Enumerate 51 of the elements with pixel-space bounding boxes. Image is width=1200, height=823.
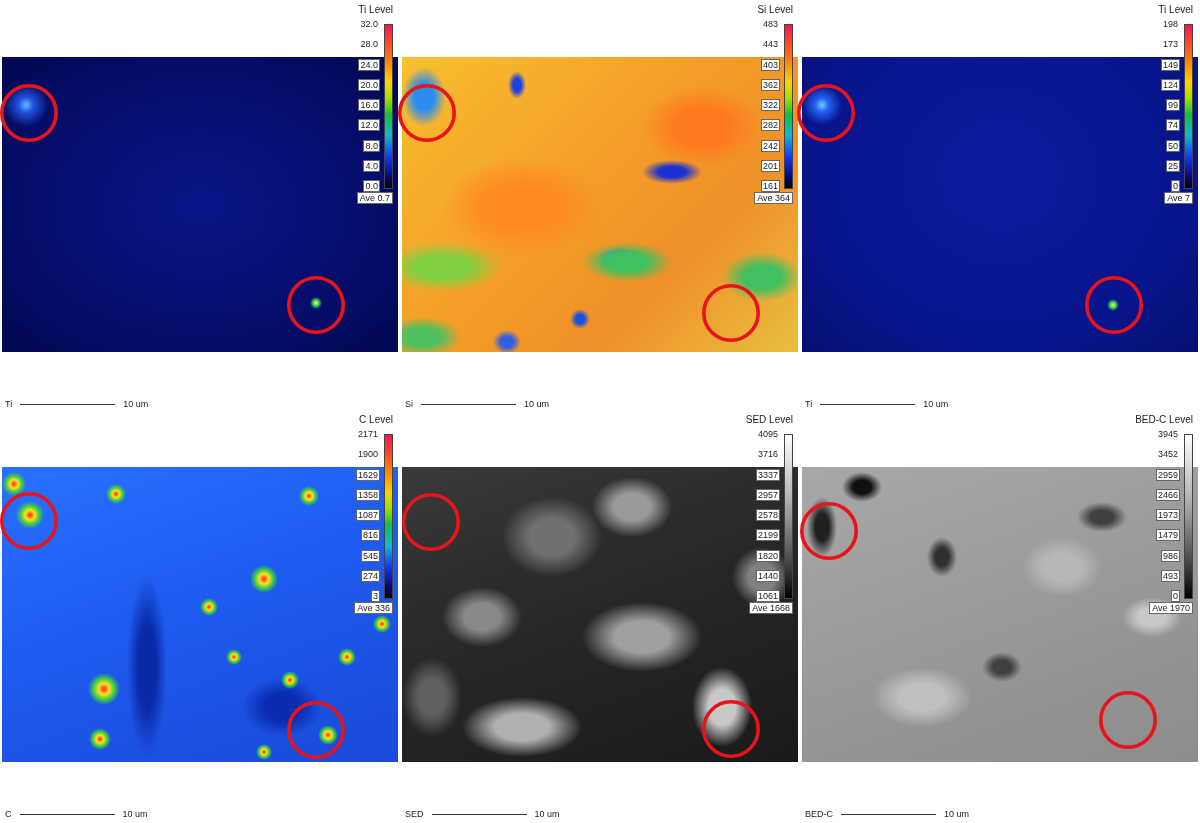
scale-length: 10 um xyxy=(534,809,560,819)
annotation-circle xyxy=(797,84,855,142)
annotation-circle xyxy=(1099,691,1157,749)
annotation-circle xyxy=(0,492,58,550)
annotation-circle xyxy=(398,84,456,142)
average-label: Ave 1668 xyxy=(749,602,793,614)
average-label: Ave 7 xyxy=(1164,192,1193,204)
colorbar-title: Ti Level xyxy=(1158,4,1193,16)
tick-label: 2199 xyxy=(755,529,780,542)
tick-label: 483 xyxy=(760,18,780,30)
colorbar-title: Ti Level xyxy=(358,4,393,16)
map-label: Ti xyxy=(805,399,813,409)
annotation-circle xyxy=(800,502,858,560)
tick-label: 1061 xyxy=(755,590,780,602)
colorbar-title: C Level xyxy=(359,414,393,426)
annotation-circle xyxy=(287,701,345,759)
scale-length: 10 um xyxy=(944,809,970,819)
average-label: Ave 0.7 xyxy=(356,192,393,204)
average-label: Ave 364 xyxy=(754,192,793,204)
tick-label: 32.0 xyxy=(358,18,380,30)
map-label: C xyxy=(5,809,12,819)
scale-length: 10 um xyxy=(123,399,149,409)
tick-label: 0.0 xyxy=(363,180,380,192)
tick-label: 2578 xyxy=(755,509,780,521)
tick-label: 1973 xyxy=(1155,509,1180,521)
annotation-circle xyxy=(0,84,58,142)
annotation-circle xyxy=(402,493,460,551)
map-label: Si xyxy=(405,399,413,409)
average-label: Ave 336 xyxy=(354,602,393,614)
tick-label: 1087 xyxy=(355,509,380,521)
scale-length: 10 um xyxy=(524,399,550,409)
annotation-circle xyxy=(702,700,760,758)
colorbar-title: Si Level xyxy=(757,4,793,16)
annotation-circle xyxy=(1085,276,1143,334)
colorbar-title: BED-C Level xyxy=(1135,414,1193,426)
map-label: Ti xyxy=(5,399,13,409)
tick-label: 2171 xyxy=(355,428,380,440)
tick-label: 16.0 xyxy=(358,99,380,111)
map-label: SED xyxy=(405,809,424,819)
tick-label: 4095 xyxy=(755,428,780,440)
tick-label: 198 xyxy=(1160,18,1180,30)
map-label: BED-C xyxy=(805,809,833,819)
annotation-circle xyxy=(287,276,345,334)
average-label: Ave 1970 xyxy=(1149,602,1193,614)
scale-length: 10 um xyxy=(122,809,148,819)
annotation-circle xyxy=(702,284,760,342)
tick-label: 1479 xyxy=(1155,529,1180,542)
tick-label: 12.0 xyxy=(358,119,380,132)
scale-length: 10 um xyxy=(923,399,949,409)
colorbar-title: SED Level xyxy=(745,414,793,426)
tick-label: 3945 xyxy=(1155,428,1180,440)
